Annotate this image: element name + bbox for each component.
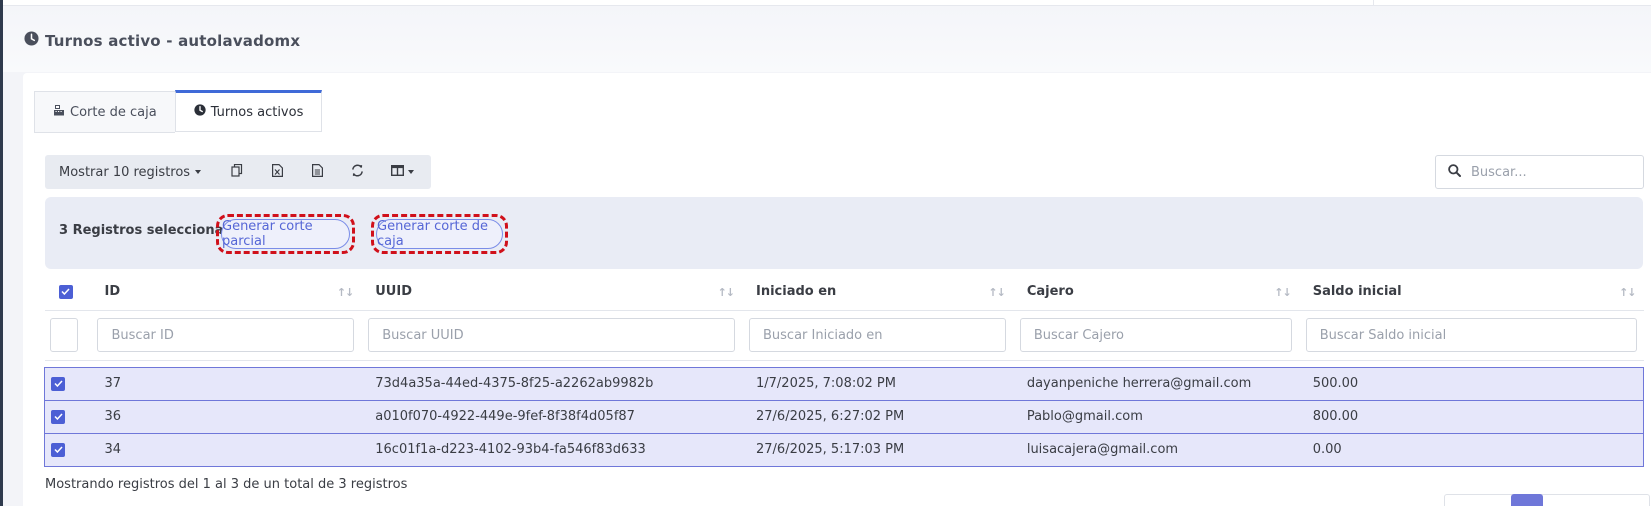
copy-icon xyxy=(231,163,243,181)
row-select-cell xyxy=(44,432,91,467)
column-header-id[interactable]: ID ↑↓ xyxy=(90,274,362,311)
excel-icon xyxy=(271,163,283,181)
column-header-iniciado-en[interactable]: Iniciado en ↑↓ xyxy=(742,274,1013,311)
sort-icon: ↑↓ xyxy=(1274,286,1291,299)
excel-button[interactable] xyxy=(259,157,295,187)
tab-label: Turnos activos xyxy=(210,104,304,120)
sort-icon: ↑↓ xyxy=(717,286,735,299)
row-checkbox[interactable] xyxy=(51,409,65,424)
row-checkbox[interactable] xyxy=(51,442,65,457)
pagination[interactable] xyxy=(1444,494,1650,506)
cell-started: 27/6/2025, 6:27:02 PM xyxy=(742,399,1013,434)
tab-label: Corte de caja xyxy=(70,104,157,120)
table-info: Mostrando registros del 1 al 3 de un tot… xyxy=(45,477,408,492)
cell-started: 1/7/2025, 7:08:02 PM xyxy=(742,366,1013,401)
clock-icon xyxy=(194,104,206,120)
filter-cell xyxy=(44,310,91,361)
cell-cashier: dayanpeniche herrera@gmail.com xyxy=(1012,366,1299,401)
search-icon xyxy=(1448,163,1461,181)
table-row[interactable]: 34 16c01f1a-d223-4102-93b4-fa546f83d633 … xyxy=(44,432,1644,467)
blank-filter-box xyxy=(49,318,78,352)
table-header-row: ID ↑↓ UUID ↑↓ Iniciado en ↑↓ Cajero ↑↓ Saldo… xyxy=(44,274,1644,311)
search-input[interactable] xyxy=(1471,164,1631,180)
table-toolbar: Mostrar 10 registros xyxy=(45,155,432,189)
global-search xyxy=(1435,155,1644,189)
sort-icon: ↑↓ xyxy=(1619,286,1636,299)
spacer-cell xyxy=(45,360,1644,367)
filter-cajero-input[interactable] xyxy=(1019,318,1292,352)
sidebar-edge xyxy=(0,0,3,506)
cell-balance: 800.00 xyxy=(1298,399,1644,434)
column-label: ID xyxy=(104,284,121,300)
filter-uuid-input[interactable] xyxy=(368,318,735,352)
selection-bar: 3 Registros seleccionados Generar corte … xyxy=(45,197,1643,269)
copy-button[interactable] xyxy=(219,157,255,187)
spacer-row xyxy=(45,360,1644,367)
csv-icon xyxy=(311,163,323,181)
shifts-table: ID ↑↓ UUID ↑↓ Iniciado en ↑↓ Cajero ↑↓ Saldo… xyxy=(44,274,1644,467)
row-checkbox[interactable] xyxy=(51,376,65,391)
cell-uuid: 16c01f1a-d223-4102-93b4-fa546f83d633 xyxy=(361,432,742,467)
filter-cell xyxy=(361,310,742,361)
generate-partial-cut-button[interactable]: Generar corte parcial xyxy=(216,214,355,254)
row-select-cell xyxy=(44,399,91,434)
filter-cell xyxy=(90,310,362,361)
refresh-button[interactable] xyxy=(339,157,375,187)
page-length-dropdown[interactable]: Mostrar 10 registros xyxy=(59,164,202,180)
filter-row xyxy=(44,310,1644,361)
tab-bar: Corte de caja Turnos activos xyxy=(34,90,323,133)
tab-corte-de-caja[interactable]: Corte de caja xyxy=(34,91,175,133)
generate-cash-cut-button[interactable]: Generar corte de caja xyxy=(371,214,508,254)
caret-down-icon xyxy=(407,170,414,174)
cell-id: 34 xyxy=(90,432,362,467)
column-header-uuid[interactable]: UUID ↑↓ xyxy=(361,274,742,311)
cell-balance: 500.00 xyxy=(1298,366,1644,401)
pagination-active-page[interactable] xyxy=(1511,494,1543,506)
cell-cashier: luisacajera@gmail.com xyxy=(1012,432,1299,467)
filter-cell xyxy=(1298,310,1644,361)
cell-id: 36 xyxy=(90,399,362,434)
column-header-saldo-inicial[interactable]: Saldo inicial ↑↓ xyxy=(1298,274,1644,311)
filter-cell xyxy=(742,310,1013,361)
column-label: Saldo inicial xyxy=(1312,284,1402,300)
cell-cashier: Pablo@gmail.com xyxy=(1012,399,1299,434)
page-header: Turnos activo - autolavadomx xyxy=(3,6,1651,72)
clock-icon xyxy=(24,31,39,50)
tab-turnos-activos[interactable]: Turnos activos xyxy=(174,90,323,132)
sort-icon: ↑↓ xyxy=(336,286,354,299)
csv-button[interactable] xyxy=(299,157,335,187)
select-all-header[interactable] xyxy=(44,274,91,311)
refresh-icon xyxy=(351,164,364,181)
column-label: Cajero xyxy=(1026,284,1074,300)
filter-iniciado-input[interactable] xyxy=(749,318,1006,352)
select-all-checkbox[interactable] xyxy=(58,284,73,299)
cell-uuid: a010f070-4922-449e-9fef-8f38f4d05f87 xyxy=(361,399,742,434)
column-label: UUID xyxy=(375,284,412,300)
page-title-text: Turnos activo - autolavadomx xyxy=(45,31,301,50)
table-row[interactable]: 37 73d4a35a-44ed-4375-8f25-a2262ab9982b … xyxy=(44,366,1644,401)
table-row[interactable]: 36 a010f070-4922-449e-9fef-8f38f4d05f87 … xyxy=(44,399,1644,434)
column-header-cajero[interactable]: Cajero ↑↓ xyxy=(1012,274,1299,311)
filter-id-input[interactable] xyxy=(97,318,355,352)
row-select-cell xyxy=(44,366,91,401)
columns-icon xyxy=(390,164,404,180)
page-length-label: Mostrar 10 registros xyxy=(59,164,191,180)
caret-down-icon xyxy=(195,170,202,174)
cell-balance: 0.00 xyxy=(1298,432,1644,467)
cash-register-icon xyxy=(53,104,65,120)
columns-visibility-button[interactable] xyxy=(379,157,425,187)
column-label: Iniciado en xyxy=(756,284,837,300)
cell-uuid: 73d4a35a-44ed-4375-8f25-a2262ab9982b xyxy=(361,366,742,401)
cell-started: 27/6/2025, 5:17:03 PM xyxy=(742,432,1013,467)
cell-id: 37 xyxy=(90,366,362,401)
filter-cell xyxy=(1012,310,1299,361)
page-title: Turnos activo - autolavadomx xyxy=(24,31,300,50)
filter-saldo-input[interactable] xyxy=(1305,318,1637,352)
sort-icon: ↑↓ xyxy=(988,286,1005,299)
